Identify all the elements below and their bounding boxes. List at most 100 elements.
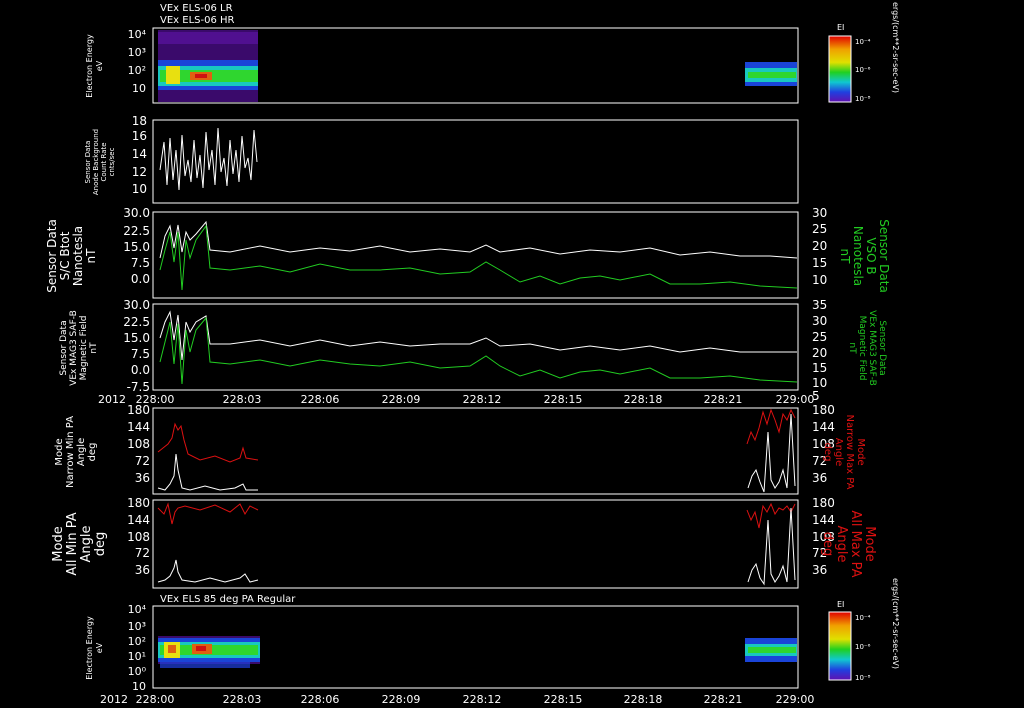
ylabel-mag-right-0: Sensor Data [877, 320, 887, 375]
ytick-vso-right-3: 15 [812, 256, 827, 270]
ylabel-npa-right-2: Angle [833, 438, 844, 466]
ytick-mag-right-2: 25 [812, 330, 827, 344]
time-tick-bottom-4: 228:12 [463, 693, 502, 706]
colorbar-bottom-tick-0: 10⁻⁴ [855, 614, 871, 622]
time-tick-mid-3: 228:09 [382, 393, 421, 406]
ytick-mag-3: 7.5 [131, 347, 150, 361]
colorbar-top-tick-0: 10⁻⁴ [855, 38, 871, 46]
colorbar-bottom-unit: ergs/(cm**2-sr-sec-eV) [891, 578, 900, 669]
ytick-npa-3: 72 [135, 454, 150, 468]
ylabel-npa-2: Angle [76, 438, 87, 466]
ytick-apa-1: 144 [127, 513, 150, 527]
ytick-energy-top-3: 10 [132, 82, 146, 95]
ylabel-apa-2: Angle [79, 526, 94, 563]
spectrogram-top-right [745, 62, 797, 86]
ytick-vso-3: 7.5 [131, 256, 150, 270]
ylabel-bg-0: Sensor Data [84, 141, 92, 184]
year-label-bottom: 2012 [100, 693, 128, 706]
ylabel-npa-3: deg [87, 443, 98, 462]
ytick-mag-2: 15.0 [123, 331, 150, 345]
ytick-mag-4: 0.0 [131, 363, 150, 377]
ytick-energy-bottom-4: 10⁰ [128, 665, 147, 678]
time-tick-mid-7: 228:21 [704, 393, 743, 406]
ylabel-mag-1: VEx MAG3 SAF-B [69, 310, 79, 386]
ytick-mag-1: 22.5 [123, 315, 150, 329]
time-tick-mid-2: 228:06 [301, 393, 340, 406]
ylabel-mag-2: Magnetic Field [79, 316, 89, 381]
ytick-apa-right-0: 180 [812, 496, 835, 510]
ylabel-vso-3: nT [84, 248, 98, 264]
ytick-energy-bottom-3: 10¹ [128, 650, 146, 663]
colorbar-top-unit: ergs/(cm**2-sr-sec-eV) [891, 2, 900, 93]
ylabel-vso-right-1: VSO B [864, 237, 878, 274]
ytick-bg-2: 14 [132, 147, 147, 161]
ylabel-bg-3: cnts/sec [108, 147, 116, 176]
ytick-apa-0: 180 [127, 496, 150, 510]
ylabel-apa-right-0: Mode [862, 526, 877, 561]
ytick-vso-right-2: 20 [812, 239, 827, 253]
ylabel-npa-1: Narrow Min PA [65, 416, 76, 488]
time-tick-mid-1: 228:03 [223, 393, 262, 406]
ytick-npa-right-4: 36 [812, 471, 827, 485]
ylabel-vso-right-0: Sensor Data [877, 219, 891, 293]
ylabel-apa-right-3: deg [820, 532, 835, 557]
ytick-npa-2: 108 [127, 437, 150, 451]
ylabel-energy-top-1: eV [95, 60, 104, 71]
year-label-mid: 2012 [98, 393, 126, 406]
ylabel-npa-right-1: Narrow Max PA [844, 415, 855, 490]
ylabel-mag-right-2: Magnetic Field [857, 316, 867, 381]
ytick-energy-bottom-5: 10 [132, 680, 146, 693]
ylabel-mag-0: Sensor Data [59, 320, 69, 375]
ytick-npa-1: 144 [127, 420, 150, 434]
ytick-vso-right-1: 25 [812, 222, 827, 236]
colorbar-top-tick-2: 10⁻⁸ [855, 95, 871, 103]
ylabel-apa-right-1: All Max PA [848, 510, 863, 577]
ylabel-vso-2: Nanotesla [71, 226, 85, 286]
time-tick-bottom-6: 228:18 [624, 693, 663, 706]
title-line-2: VEx ELS-06 HR [160, 15, 235, 26]
ytick-energy-bottom-2: 10² [128, 635, 146, 648]
time-tick-bottom-5: 228:15 [544, 693, 583, 706]
time-tick-mid-5: 228:15 [544, 393, 583, 406]
ylabel-npa-0: Mode [54, 438, 65, 465]
ytick-mag-0: 30.0 [123, 298, 150, 312]
ytick-apa-3: 72 [135, 546, 150, 560]
time-axis-mid: 228:00 228:03 228:06 228:09 228:12 228:1… [136, 393, 815, 406]
ytick-energy-bottom-0: 10⁴ [128, 603, 147, 616]
ytick-npa-4: 36 [135, 471, 150, 485]
ylabel-npa-right-0: Mode [855, 438, 866, 465]
title-line-1: VEx ELS-06 LR [160, 3, 233, 14]
colorbar-bottom-title: EI [837, 600, 844, 609]
ytick-bg-4: 10 [132, 182, 147, 196]
colorbar-top-title: EI [837, 23, 844, 32]
ytick-npa-0: 180 [127, 403, 150, 417]
time-tick-mid-4: 228:12 [463, 393, 502, 406]
ytick-mag-right-1: 30 [812, 314, 827, 328]
ytick-npa-right-1: 144 [812, 420, 835, 434]
time-tick-mid-8: 229:00 [776, 393, 815, 406]
ylabel-vso-right-3: nT [838, 249, 852, 265]
colorbar-bottom-tick-2: 10⁻⁸ [855, 674, 871, 682]
ytick-vso-2: 15.0 [123, 240, 150, 254]
ytick-bg-3: 12 [132, 165, 147, 179]
ytick-vso-1: 22.5 [123, 224, 150, 238]
bottom-panel-title: VEx ELS 85 deg PA Regular [160, 594, 296, 605]
ytick-mag-right-3: 20 [812, 346, 827, 360]
time-tick-bottom-1: 228:03 [223, 693, 262, 706]
ylabel-vso-right-2: Nanotesla [851, 226, 865, 286]
ylabel-energy-bottom-0: Electron Energy [85, 616, 94, 680]
ylabel-mag-3: nT [89, 342, 99, 354]
ylabel-apa-3: deg [93, 532, 108, 557]
ylabel-npa-right-3: deg [822, 443, 833, 462]
ytick-mag-5: -7.5 [127, 380, 150, 394]
ylabel-bg-2: Count Rate [100, 142, 108, 181]
ytick-apa-right-1: 144 [812, 513, 835, 527]
spectrogram-top-left [158, 30, 258, 102]
ytick-vso-4: 0.0 [131, 272, 150, 286]
ylabel-vso-1: S/C Btot [58, 231, 72, 280]
ytick-apa-2: 108 [127, 530, 150, 544]
ylabel-energy-bottom-1: eV [95, 642, 104, 653]
ylabel-energy-top-0: Electron Energy [85, 34, 94, 98]
time-tick-mid-6: 228:18 [624, 393, 663, 406]
spectrogram-bottom-right [745, 638, 797, 662]
